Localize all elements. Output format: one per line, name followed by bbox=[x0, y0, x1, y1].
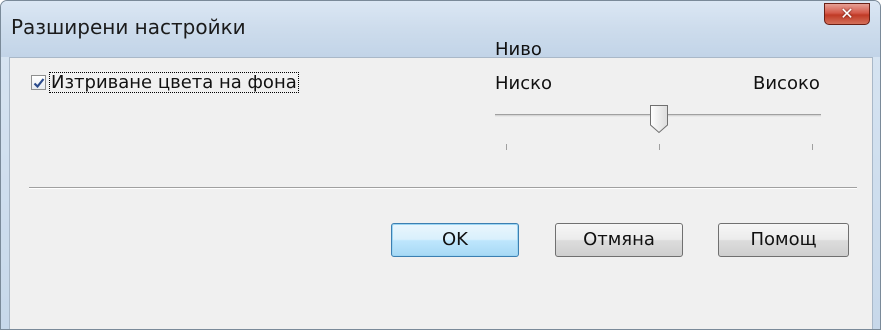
dialog-window: Разширени настройки ✕ Изтриване цвета на… bbox=[0, 0, 881, 330]
slider-tick-low bbox=[506, 144, 507, 150]
level-low-label: Ниско bbox=[495, 73, 553, 94]
level-slider-thumb[interactable] bbox=[649, 104, 669, 134]
checkmark-icon bbox=[33, 77, 45, 88]
remove-background-option[interactable]: Изтриване цвета на фона bbox=[31, 71, 299, 93]
slider-tick-high bbox=[812, 144, 813, 150]
ok-button[interactable]: OK bbox=[391, 223, 519, 257]
slider-tick-mid bbox=[659, 144, 660, 150]
remove-background-label: Изтриване цвета на фона bbox=[49, 71, 299, 93]
title-bar: Разширени настройки ✕ bbox=[1, 1, 880, 57]
dialog-body bbox=[9, 57, 873, 329]
help-button[interactable]: Помощ bbox=[718, 223, 849, 257]
close-button[interactable]: ✕ bbox=[824, 3, 870, 25]
level-title: Ниво bbox=[495, 39, 542, 60]
remove-background-checkbox[interactable] bbox=[31, 74, 46, 90]
separator bbox=[29, 187, 857, 189]
dialog-title: Разширени настройки bbox=[11, 15, 246, 39]
cancel-button[interactable]: Отмяна bbox=[555, 223, 683, 257]
close-icon: ✕ bbox=[840, 4, 854, 23]
level-high-label: Високо bbox=[753, 73, 820, 94]
